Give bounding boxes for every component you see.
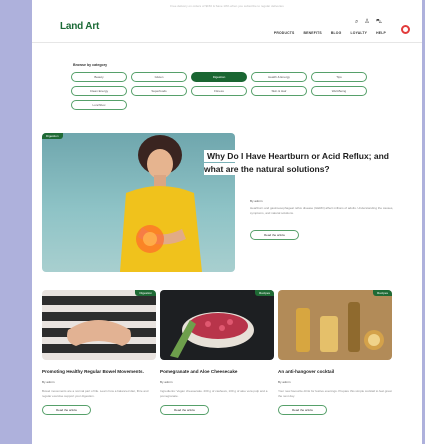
cart-badge-icon[interactable] — [401, 25, 410, 34]
search-icon[interactable]: ⌕ — [355, 19, 358, 25]
category-fitness[interactable]: Fitness — [191, 86, 247, 96]
category-clean-energy[interactable]: Clean Energy — [71, 86, 127, 96]
article-card: Recipes An anti-hangover cocktail By adm… — [278, 290, 392, 415]
card-image-cheesecake[interactable]: Recipes — [160, 290, 274, 360]
card-illustration — [160, 290, 274, 360]
hero-excerpt: Heartburn and gastroesophageal reflux di… — [250, 206, 394, 215]
card-category-tag: Digestion — [135, 290, 156, 296]
category-well-being[interactable]: Well-Being — [311, 86, 367, 96]
cart-icon[interactable]: ⛍ — [376, 19, 382, 25]
card-excerpt: Your new favourite drink for festive eve… — [278, 389, 392, 398]
hero-read-button[interactable]: Read the article — [250, 230, 299, 240]
nav-benefits[interactable]: BENEFITS — [304, 31, 322, 35]
card-author: By admin — [278, 380, 291, 384]
category-tips[interactable]: Tips — [311, 72, 367, 82]
nav-help[interactable]: HELP — [376, 31, 386, 35]
promo-bar: Free delivery on orders of $150 & Save 1… — [170, 4, 284, 8]
card-image-bowel[interactable]: Digestion — [42, 290, 156, 360]
nav-products[interactable]: PRODUCTS — [274, 31, 295, 35]
card-title[interactable]: An anti-hangover cocktail — [278, 368, 392, 375]
category-skin-hair[interactable]: Skin & Hair — [251, 86, 307, 96]
category-lunchbox[interactable]: Lunchbox — [71, 100, 127, 110]
card-category-tag: Recipes — [255, 290, 274, 296]
page: Free delivery on orders of $150 & Save 1… — [32, 0, 422, 444]
category-gluten[interactable]: Gluten — [131, 72, 187, 82]
hero-title-text: Why Do I Have Heartburn or Acid Reflux; … — [204, 150, 389, 175]
card-read-button[interactable]: Read the article — [160, 405, 209, 415]
card-title[interactable]: Pomegranate and Aloe Cheesecake — [160, 368, 274, 375]
category-health-energy[interactable]: Health & Energy — [251, 72, 307, 82]
browse-category-label: Browse by category — [73, 63, 108, 67]
account-icon[interactable]: ♙ — [364, 19, 369, 25]
card-excerpt: Bowel movements are a normal part of lif… — [42, 389, 149, 398]
card-illustration — [278, 290, 392, 360]
site-header: Land Art ⌕ ♙ ⛍ PRODUCTS BENEFITS BLOG LO… — [32, 12, 422, 43]
category-digestion[interactable]: Digestion — [191, 72, 247, 82]
card-illustration — [42, 290, 156, 360]
card-excerpt: Ingredients: Vegan cheesecake. 200 g of … — [160, 389, 268, 398]
hero-article-title[interactable]: Why Do I Have Heartburn or Acid Reflux; … — [204, 150, 394, 176]
category-superfoods[interactable]: Superfoods — [131, 86, 187, 96]
nav-loyalty[interactable]: LOYALTY — [350, 31, 367, 35]
card-category-tag: Recipes — [373, 290, 392, 296]
card-read-button[interactable]: Read the article — [278, 405, 327, 415]
article-card: Recipes Pomegranate and Aloe Cheesecake … — [160, 290, 274, 415]
logo[interactable]: Land Art — [60, 21, 99, 32]
card-title[interactable]: Promoting Healthy Regular Bowel Movement… — [42, 368, 156, 375]
article-card: Digestion Promoting Healthy Regular Bowe… — [42, 290, 156, 415]
category-beauty[interactable]: Beauty — [71, 72, 127, 82]
main-nav: PRODUCTS BENEFITS BLOG LOYALTY HELP — [274, 31, 386, 35]
card-read-button[interactable]: Read the article — [42, 405, 91, 415]
hero-author: By admin — [250, 199, 263, 203]
card-image-cocktail[interactable]: Recipes — [278, 290, 392, 360]
card-author: By admin — [160, 380, 173, 384]
card-author: By admin — [42, 380, 55, 384]
nav-blog[interactable]: BLOG — [331, 31, 342, 35]
hero-category-tag: Digestion — [42, 133, 63, 139]
utility-bar: ⌕ ♙ ⛍ — [355, 19, 382, 25]
